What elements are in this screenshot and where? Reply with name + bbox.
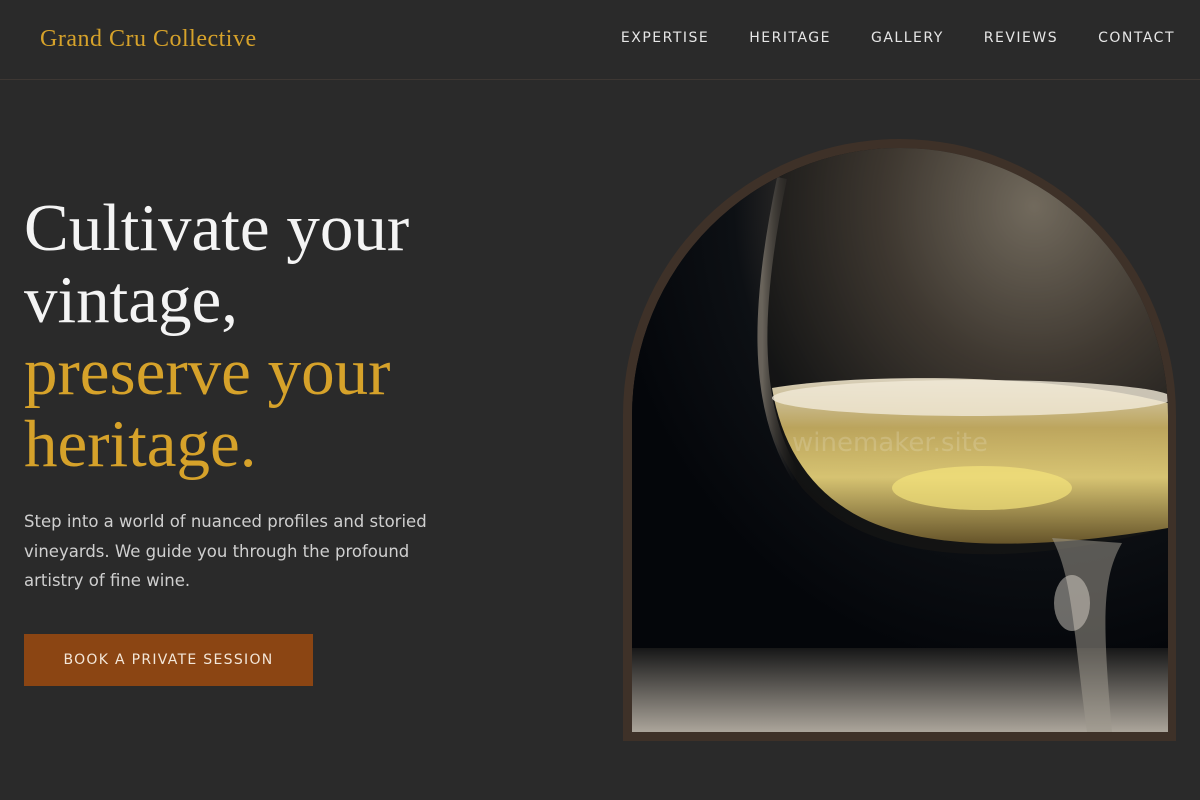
nav-link-expertise[interactable]: EXPERTISE	[621, 30, 709, 46]
hero-title-accent-line: heritage.	[24, 407, 257, 481]
brand-logo-link[interactable]: Grand Cru Collective	[40, 26, 257, 53]
hero-title-accent-line: preserve your	[24, 335, 391, 409]
nav-link-gallery[interactable]: GALLERY	[871, 30, 944, 46]
hero-title-line: Cultivate your	[24, 191, 410, 265]
nav-link-heritage[interactable]: HERITAGE	[749, 30, 831, 46]
site-header: Grand Cru Collective EXPERTISE HERITAGE …	[0, 0, 1200, 80]
book-session-button[interactable]: BOOK A PRIVATE SESSION	[24, 634, 313, 686]
nav-link-contact[interactable]: CONTACT	[1098, 30, 1175, 46]
hero-title-line: vintage,	[24, 263, 238, 337]
watermark-text: winemaker.site	[792, 428, 988, 458]
main-nav: EXPERTISE HERITAGE GALLERY REVIEWS CONTA…	[581, 30, 1175, 46]
hero-subtitle: Step into a world of nuanced profiles an…	[24, 512, 427, 590]
nav-link-reviews[interactable]: REVIEWS	[984, 30, 1058, 46]
hero-title: Cultivate your vintage, preserve your he…	[24, 192, 524, 480]
